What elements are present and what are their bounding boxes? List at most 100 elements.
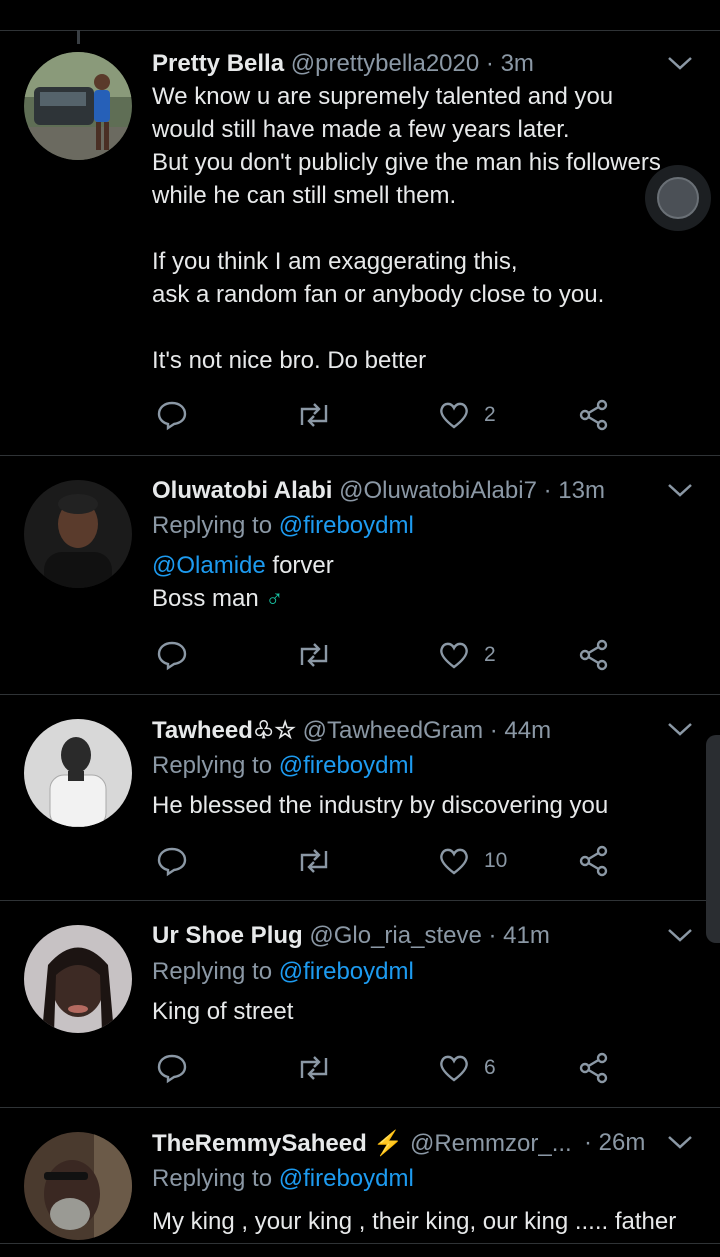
avatar[interactable] xyxy=(24,719,132,827)
author-handle[interactable]: @TawheedGram xyxy=(303,717,483,744)
tweet-body: He blessed the industry by discovering y… xyxy=(152,789,690,822)
replying-mention[interactable]: @fireboydml xyxy=(279,752,414,779)
replying-prefix: Replying to xyxy=(152,512,273,539)
like-button[interactable]: 2 xyxy=(438,635,496,675)
share-button[interactable] xyxy=(578,395,610,435)
like-count: 2 xyxy=(484,403,496,426)
separator-dot: · xyxy=(489,717,498,744)
reply-icon xyxy=(157,641,187,671)
author-name[interactable]: Pretty Bella xyxy=(152,50,284,77)
share-icon xyxy=(579,639,608,671)
reply-icon xyxy=(157,1054,187,1084)
chevron-down-icon[interactable] xyxy=(666,719,694,739)
replying-prefix: Replying to xyxy=(152,1165,273,1192)
author-name[interactable]: TheRemmySaheed xyxy=(152,1130,367,1157)
tweet-time: 44m xyxy=(504,717,552,744)
body-line: would still have made a few years later. xyxy=(152,116,570,143)
retweet-button[interactable] xyxy=(296,635,332,675)
separator-dot: · xyxy=(543,477,552,504)
like-button[interactable]: 2 xyxy=(438,395,496,435)
body-line: ask a random fan or anybody close to you… xyxy=(152,281,605,308)
retweet-button[interactable] xyxy=(296,841,332,881)
like-count: 10 xyxy=(484,849,508,872)
author-name[interactable]: Oluwatobi Alabi xyxy=(152,477,332,504)
avatar[interactable] xyxy=(24,480,132,588)
tweet-time-block: · 26m xyxy=(584,1129,645,1157)
replying-mention[interactable]: @fireboydml xyxy=(279,512,414,539)
body-text: forver xyxy=(265,552,334,579)
like-icon xyxy=(440,1055,468,1082)
tweet[interactable]: Tawheed♧☆ @TawheedGram · 44m Replying to… xyxy=(0,695,720,901)
body-line: If you think I am exaggerating this, xyxy=(152,248,518,275)
avatar[interactable] xyxy=(24,1132,132,1240)
lightning-emoji: ⚡ xyxy=(373,1130,404,1157)
retweet-icon xyxy=(300,1056,328,1080)
like-count: 6 xyxy=(484,1056,496,1079)
like-icon xyxy=(440,402,468,429)
reply-button[interactable] xyxy=(156,841,188,881)
body-mention[interactable]: @Olamide xyxy=(152,552,266,579)
reply-icon xyxy=(157,401,187,431)
body-line: It's not nice bro. Do better xyxy=(152,347,427,374)
retweet-button[interactable] xyxy=(296,395,332,435)
chevron-down-icon[interactable] xyxy=(666,480,694,500)
share-button[interactable] xyxy=(578,841,610,881)
like-button[interactable]: 10 xyxy=(438,841,507,881)
floating-scroll-handle[interactable] xyxy=(645,165,711,231)
tweet-body: @Olamide forver Boss man ♂ xyxy=(152,549,690,615)
replying-prefix: Replying to xyxy=(152,958,273,985)
scroll-handle-knob[interactable] xyxy=(657,177,699,219)
chevron-down-icon[interactable] xyxy=(666,1132,694,1152)
like-icon xyxy=(440,848,468,875)
separator-dot: · xyxy=(488,922,497,949)
like-button[interactable]: 6 xyxy=(438,1048,496,1088)
chevron-down-icon[interactable] xyxy=(666,925,694,945)
share-button[interactable] xyxy=(578,1048,610,1088)
body-line xyxy=(152,311,690,344)
share-button[interactable] xyxy=(578,635,610,675)
body-line: King of street xyxy=(152,998,294,1025)
body-line: Boss man ♂ xyxy=(152,582,690,615)
tweet-header: Ur Shoe Plug @Glo_ria_steve · 41m xyxy=(152,922,650,950)
like-count: 2 xyxy=(484,643,496,666)
body-line: We know u are supremely talented and you xyxy=(152,83,614,110)
tweet-header: TheRemmySaheed ⚡ @Remmzor_... xyxy=(152,1129,588,1158)
author-handle[interactable]: @Remmzor_... xyxy=(410,1130,572,1157)
top-divider xyxy=(0,0,720,31)
tweet[interactable]: TheRemmySaheed ⚡ @Remmzor_... · 26m Repl… xyxy=(0,1108,720,1244)
scrollbar[interactable] xyxy=(706,735,720,943)
replying-to: Replying to @fireboydml xyxy=(152,512,414,540)
tweet[interactable]: Ur Shoe Plug @Glo_ria_steve · 41m Replyi… xyxy=(0,901,720,1108)
chevron-down-icon[interactable] xyxy=(666,53,694,73)
body-line: But you don't publicly give the man his … xyxy=(152,149,661,176)
retweet-button[interactable] xyxy=(296,1048,332,1088)
reply-button[interactable] xyxy=(156,395,188,435)
body-line: He blessed the industry by discovering y… xyxy=(152,792,609,819)
tweet[interactable]: Pretty Bella @prettybella2020 · 3m We kn… xyxy=(0,31,720,456)
author-name[interactable]: Ur Shoe Plug xyxy=(152,922,303,949)
author-handle[interactable]: @Glo_ria_steve xyxy=(309,922,481,949)
body-text: Boss man xyxy=(152,585,259,612)
body-line: My king , your king , their king, our ki… xyxy=(152,1208,677,1235)
tweet-time: 3m xyxy=(500,50,534,77)
replying-prefix: Replying to xyxy=(152,752,273,779)
author-handle[interactable]: @prettybella2020 xyxy=(291,50,479,77)
tweet-actions: 10 xyxy=(152,841,622,881)
replying-to: Replying to @fireboydml xyxy=(152,958,414,986)
reply-button[interactable] xyxy=(156,635,188,675)
tweet-header: Oluwatobi Alabi @OluwatobiAlabi7 · 13m xyxy=(152,477,650,505)
tweet-header: Tawheed♧☆ @TawheedGram · 44m xyxy=(152,716,650,745)
replying-mention[interactable]: @fireboydml xyxy=(279,1165,414,1192)
avatar[interactable] xyxy=(24,925,132,1033)
retweet-icon xyxy=(300,643,328,667)
tweet-header: Pretty Bella @prettybella2020 · 3m xyxy=(152,50,650,78)
tweet-actions: 2 xyxy=(152,395,622,435)
avatar[interactable] xyxy=(24,52,132,160)
reply-button[interactable] xyxy=(156,1048,188,1088)
replying-mention[interactable]: @fireboydml xyxy=(279,958,414,985)
tweet[interactable]: Oluwatobi Alabi @OluwatobiAlabi7 · 13m R… xyxy=(0,456,720,695)
retweet-icon xyxy=(300,403,328,427)
author-handle[interactable]: @OluwatobiAlabi7 xyxy=(339,477,537,504)
author-name[interactable]: Tawheed♧☆ xyxy=(152,717,296,744)
tweet-body: We know u are supremely talented and you… xyxy=(152,80,690,377)
